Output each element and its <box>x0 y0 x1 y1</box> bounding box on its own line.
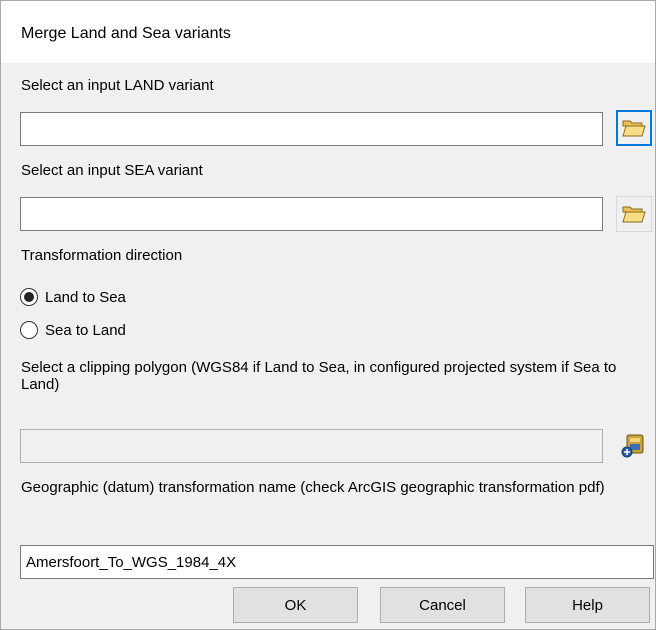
radio-label-sea-to-land: Sea to Land <box>45 321 126 339</box>
radio-button-selected[interactable] <box>20 288 38 306</box>
dialog-window: Merge Land and Sea variants Select an in… <box>0 0 656 630</box>
land-variant-input[interactable] <box>20 112 603 146</box>
radio-land-to-sea[interactable]: Land to Sea <box>20 288 126 306</box>
radio-sea-to-land[interactable]: Sea to Land <box>20 321 126 339</box>
add-data-icon <box>621 434 644 458</box>
land-variant-label: Select an input LAND variant <box>21 77 214 94</box>
ok-button[interactable]: OK <box>233 587 358 623</box>
direction-label: Transformation direction <box>21 247 183 264</box>
radio-button-unselected[interactable] <box>20 321 38 339</box>
sea-browse-button[interactable] <box>616 196 652 232</box>
help-button[interactable]: Help <box>525 587 650 623</box>
sea-variant-label: Select an input SEA variant <box>21 162 203 179</box>
dialog-title: Merge Land and Sea variants <box>21 25 231 42</box>
cancel-button[interactable]: Cancel <box>380 587 505 623</box>
sea-variant-input[interactable] <box>20 197 603 231</box>
geo-transformation-label: Geographic (datum) transformation name (… <box>21 479 605 496</box>
folder-open-icon <box>622 120 646 137</box>
clip-polygon-input[interactable] <box>20 429 603 463</box>
folder-open-icon <box>622 206 646 223</box>
clip-browse-button[interactable] <box>616 427 652 463</box>
radio-label-land-to-sea: Land to Sea <box>45 288 126 306</box>
clip-polygon-label: Select a clipping polygon (WGS84 if Land… <box>21 359 617 393</box>
land-browse-button[interactable] <box>616 110 652 146</box>
geo-transformation-input[interactable]: Amersfoort_To_WGS_1984_4X <box>20 545 654 579</box>
title-bar: Merge Land and Sea variants <box>1 1 655 63</box>
